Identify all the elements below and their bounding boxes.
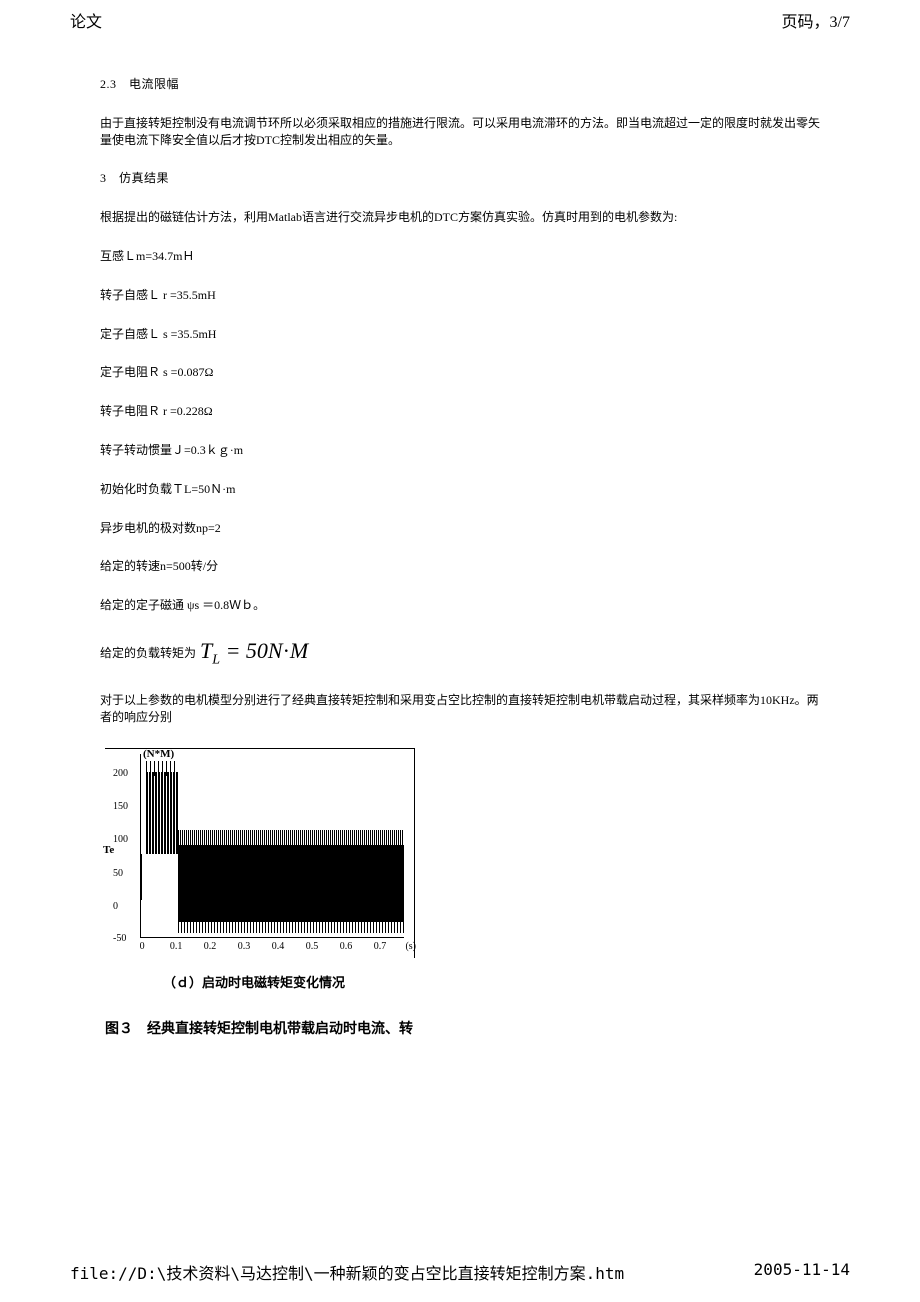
figure-caption: 图３ 经典直接转矩控制电机带载启动时电流、转	[105, 1020, 820, 1040]
figure-3d: (N*M) Te 200 150 100 50 0 -50 0 0.1 0.2 …	[105, 748, 820, 1040]
x-tick: 0.5	[306, 940, 319, 954]
y-tick: 200	[113, 767, 128, 781]
plot-segment	[178, 830, 404, 848]
page-footer: file://D:\技术资料\马达控制\一种新颖的变占空比直接转矩控制方案.ht…	[70, 1260, 850, 1284]
param-ls: 定子自感Ｌ s =35.5mH	[100, 326, 820, 343]
plot-segment	[178, 918, 404, 933]
param-np: 异步电机的极对数np=2	[100, 520, 820, 537]
x-tick: 0.7	[374, 940, 387, 954]
x-tick: 0.3	[238, 940, 251, 954]
plot-area	[140, 754, 404, 938]
section-3-title: 3 仿真结果	[100, 170, 820, 187]
page-number: 页码，3/7	[782, 8, 850, 32]
y-tick: 0	[113, 900, 118, 914]
y-tick: 50	[113, 867, 123, 881]
chart-x-unit: (s)	[405, 940, 416, 954]
param-rs: 定子电阻Ｒ s =0.087Ω	[100, 364, 820, 381]
param-tl: 初始化时负载ＴL=50Ｎ·m	[100, 481, 820, 498]
x-tick: 0	[140, 940, 145, 954]
section-3-text-2: 对于以上参数的电机模型分别进行了经典直接转矩控制和采用变占空比控制的直接转矩控制…	[100, 692, 820, 726]
print-date: 2005-11-14	[754, 1260, 850, 1284]
y-tick: 100	[113, 833, 128, 847]
x-tick: 0.4	[272, 940, 285, 954]
chart-sub-caption: （ｄ）启动时电磁转矩变化情况	[163, 974, 820, 992]
param-lm: 互感Ｌm=34.7mＨ	[100, 248, 820, 265]
param-lr: 转子自感Ｌ r =35.5mH	[100, 287, 820, 304]
y-tick: 150	[113, 800, 128, 814]
file-path: file://D:\技术资料\马达控制\一种新颖的变占空比直接转矩控制方案.ht…	[70, 1260, 624, 1284]
section-2-3-text: 由于直接转矩控制没有电流调节环所以必须采取相应的措施进行限流。可以采用电流滞环的…	[100, 115, 820, 149]
plot-segment	[178, 845, 404, 922]
param-psi: 给定的定子磁通 ψs ＝0.8Ｗｂ。	[100, 597, 820, 614]
plot-segment	[141, 854, 146, 900]
y-tick: -50	[113, 932, 126, 946]
section-2-3-title: 2.3 电流限幅	[100, 76, 820, 93]
x-tick: 0.1	[170, 940, 183, 954]
formula-expression: TL = 50N·M	[200, 636, 308, 670]
param-n: 给定的转速n=500转/分	[100, 558, 820, 575]
plot-segment	[146, 761, 178, 776]
param-j: 转子转动惯量Ｊ=0.3ｋｇ·m	[100, 442, 820, 459]
formula-prefix: 给定的负载转矩为	[100, 645, 196, 662]
x-tick: 0.6	[340, 940, 353, 954]
x-tick: 0.2	[204, 940, 217, 954]
torque-chart: (N*M) Te 200 150 100 50 0 -50 0 0.1 0.2 …	[105, 748, 415, 958]
param-rr: 转子电阻Ｒ r =0.228Ω	[100, 403, 820, 420]
page-header: 论文 页码，3/7	[0, 0, 920, 36]
plot-segment	[146, 772, 178, 854]
formula-tl: 给定的负载转矩为 TL = 50N·M	[100, 636, 820, 670]
section-3-intro: 根据提出的磁链估计方法，利用Matlab语言进行交流异步电机的DTC方案仿真实验…	[100, 209, 820, 226]
doc-title: 论文	[70, 8, 102, 32]
content-area: 2.3 电流限幅 由于直接转矩控制没有电流调节环所以必须采取相应的措施进行限流。…	[0, 36, 920, 1069]
